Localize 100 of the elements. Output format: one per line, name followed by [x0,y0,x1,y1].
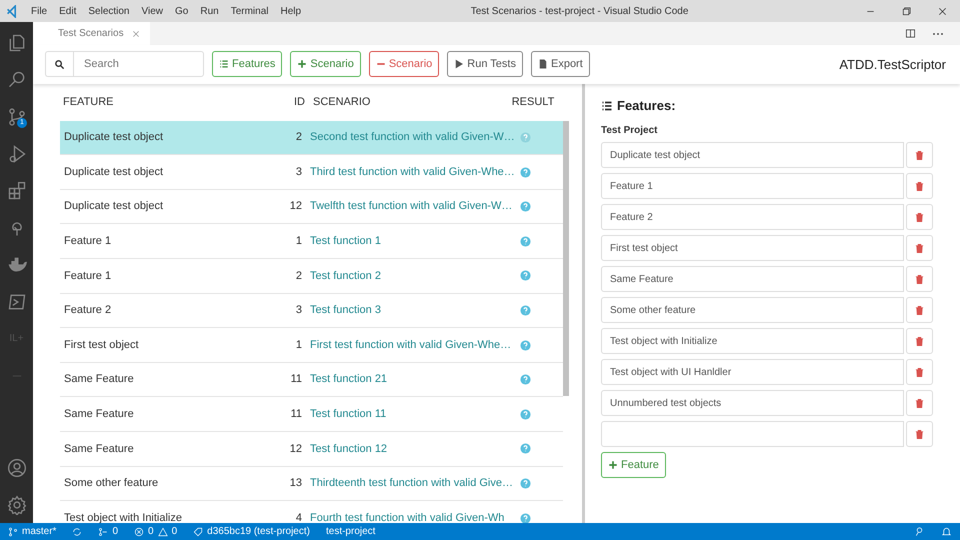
search-icon[interactable] [6,70,26,90]
menu-item[interactable]: Run [194,4,225,18]
bell-icon[interactable] [941,526,952,538]
trash-icon [914,428,925,440]
add-scenario-button[interactable]: Scenario [290,51,361,78]
feature-input[interactable]: Feature 2 [601,204,904,230]
feature-input[interactable]: First test object [601,235,904,262]
branch-icon[interactable] [6,106,26,126]
trash-icon [914,242,925,254]
play-icon [454,59,464,70]
error-icon[interactable] [134,526,144,537]
table-row[interactable]: Same Feature 11 Test function 21 [60,362,563,398]
whale-icon[interactable] [6,254,26,274]
scenario-link[interactable]: Third test function with valid Given-Whe… [310,166,515,178]
remove-scenario-button[interactable]: Scenario [368,51,440,78]
feature-input[interactable]: Unnumbered test objects [601,390,904,416]
table-cell: Same Feature [64,442,134,455]
table-cell: 2 [296,131,302,144]
menu-item[interactable]: File [25,4,54,18]
close-icon[interactable] [936,6,948,16]
scenario-link[interactable]: Test function 3 [310,304,381,316]
close-icon[interactable] [132,30,140,38]
table-row[interactable]: Feature 2 3 Test function 3 [60,294,563,328]
delete-button[interactable] [906,266,933,292]
delete-button[interactable] [906,421,933,448]
run-debug-icon[interactable] [6,144,26,164]
files-icon[interactable] [6,32,26,52]
feature-input[interactable]: Duplicate test object [601,142,904,168]
table-row[interactable]: Duplicate test object 2 Second test function with valid Given-W… [60,120,563,156]
table-row[interactable]: Duplicate test object 3 Third test function with valid Given-Whe… [60,155,563,190]
table-row[interactable]: Same Feature 12 Test function 12 [60,432,563,467]
terminal-icon[interactable] [6,292,26,312]
pull-request-icon[interactable] [98,526,108,537]
scenario-link[interactable]: Test function 12 [310,442,388,455]
delete-button[interactable] [906,173,933,200]
table-cell: First test object [64,338,139,351]
feature-input[interactable]: Test object with UI Hanldler [601,359,904,386]
scenario-link[interactable]: Test function 2 [310,270,381,282]
commit-label[interactable]: d365bc19 (test-project) [207,524,310,540]
settings-icon[interactable] [6,494,26,515]
scenario-link[interactable]: Fourth test function with valid Given-Wh [310,512,504,524]
scenario-link[interactable]: Thirdteenth test function with valid Give… [310,477,513,490]
scenario-link[interactable]: First test function with valid Given-Whe… [310,338,512,351]
account-icon[interactable] [6,458,26,478]
warning-icon[interactable] [158,526,168,537]
search-field[interactable]: Search [73,51,204,78]
export-button[interactable]: Export [530,51,590,78]
menu-item[interactable]: Edit [53,4,82,18]
table-row[interactable]: Same Feature 11 Test function 11 [60,397,563,432]
warning-count[interactable]: 0 [172,524,178,540]
delete-button[interactable] [906,204,933,230]
menu-item[interactable]: Help [274,4,308,18]
help-icon [520,512,530,524]
editor-tab[interactable]: Test Scenarios [33,22,150,45]
menu-item[interactable]: View [136,4,169,18]
run-button[interactable]: Run Tests [447,51,523,78]
error-count[interactable]: 0 [148,524,154,540]
delete-button[interactable] [906,297,933,324]
table-row[interactable]: Duplicate test object 12 Twelfth test function with valid Given-W… [60,190,563,224]
tag-icon[interactable] [193,526,204,537]
menu-item[interactable]: Selection [82,4,136,18]
scenario-link[interactable]: Twelfth test function with valid Given-W… [310,200,512,212]
sync-icon[interactable] [72,526,82,537]
delete-button[interactable] [906,142,933,168]
delete-button[interactable] [906,390,933,416]
trash-icon [914,212,925,223]
delete-button[interactable] [906,328,933,354]
extensions-icon[interactable] [6,180,26,200]
feature-input[interactable]: Test object with Initialize [601,328,904,354]
delete-button[interactable] [906,359,933,386]
delete-button[interactable] [906,235,933,262]
feature-input[interactable]: Feature 1 [601,173,904,200]
help-icon [520,132,530,143]
branch-icon[interactable] [8,526,18,537]
table-cell: 12 [290,200,302,212]
table-row[interactable]: Feature 1 1 Test function 1 [60,224,563,260]
scenario-link[interactable]: Test function 1 [310,235,381,248]
app-brand: ATDD.TestScriptor [839,56,946,74]
help-icon [520,443,530,454]
panel-title: Features: [617,96,676,115]
scenario-link[interactable]: Test function 11 [310,408,386,420]
feature-input[interactable] [601,421,904,448]
feature-input[interactable]: Same Feature [601,266,904,292]
table-row[interactable]: First test object 1 First test function with valid Given-Whe… [60,328,563,363]
scenario-link[interactable]: Test function 21 [310,373,388,386]
pull-request-count[interactable]: 0 [112,524,118,540]
add-feature-button[interactable]: Feature [601,452,666,478]
table-row[interactable]: Feature 1 2 Test function 2 [60,259,563,294]
branch-name[interactable]: master* [22,524,56,540]
feature-input[interactable]: Some other feature [601,297,904,324]
features-button[interactable]: Features [212,51,282,78]
menu-item[interactable]: Go [169,4,194,18]
menu-item[interactable]: Terminal [224,4,274,18]
table-cell: Same Feature [64,373,134,386]
table-row[interactable]: Some other feature 13 Thirdteenth test function with valid Give… [60,466,563,502]
table-cell: 11 [290,373,302,386]
project-label[interactable]: test-project [326,524,376,540]
restore-icon[interactable] [900,6,912,16]
split-editor-icon[interactable] [905,28,916,39]
table-cell: Test object with Initialize [64,512,182,524]
